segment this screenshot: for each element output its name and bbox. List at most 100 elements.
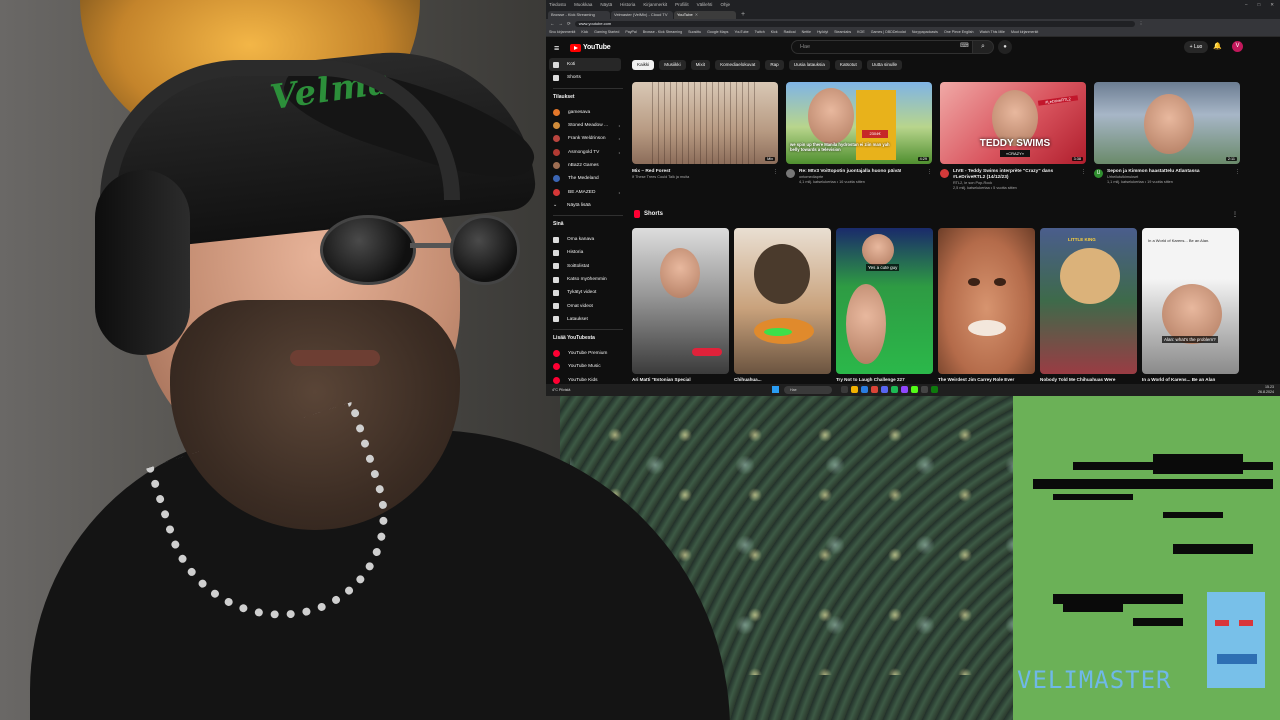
sidebar-subscription[interactable]: nBa22 Games (553, 159, 626, 172)
sidebar-item-liked[interactable]: Tykätyt videot (553, 286, 626, 299)
short-title[interactable]: The Weirdest Jim Carrey Role Ever (938, 377, 1035, 382)
more-options-icon[interactable]: ⋮ (927, 169, 932, 185)
video-thumbnail[interactable]: 2304€ we spin up there Manila hydrostan … (786, 82, 932, 164)
short-thumbnail[interactable]: LITTLE KING (1040, 228, 1137, 374)
bookmark[interactable]: Kick (771, 30, 778, 34)
short-card[interactable]: Yes a cute guy Try Not to Laugh Challeng… (836, 228, 933, 382)
short-thumbnail[interactable] (632, 228, 729, 374)
short-title[interactable]: In a World of Karens... Be an Alan (1142, 377, 1239, 382)
menu-item[interactable]: Kirjanmerkit (643, 2, 667, 7)
sidebar-item-your-channel[interactable]: Oma kanava (553, 233, 626, 246)
short-title[interactable]: Try Not to Laugh Challenge 227 (836, 377, 933, 382)
chip-watched[interactable]: Katsotut (834, 60, 862, 70)
sidebar-subscription[interactable]: Frank Weldrinson • (553, 132, 626, 145)
show-more-button[interactable]: ⌄ Näytä lisää (553, 199, 626, 212)
chip-rap[interactable]: Rap (765, 60, 784, 70)
video-channel[interactable]: If These Trees Could Talk ja muita (632, 175, 689, 180)
short-title[interactable]: Ari Matti "Estonian Special (632, 377, 729, 382)
new-tab-button[interactable]: + (737, 11, 749, 19)
extensions-icon[interactable]: ⋮ (1139, 21, 1144, 27)
bookmark[interactable]: Radical (784, 30, 796, 34)
bookmark[interactable]: Hyödyt (817, 30, 828, 34)
menu-item[interactable]: Välilehti (697, 2, 713, 7)
chip-comedy[interactable]: Komediaelokuvat (715, 60, 761, 70)
video-card[interactable]: Mix Mix – Red Forest If These Trees Coul… (632, 82, 778, 191)
menu-item[interactable]: Näytä (600, 2, 612, 7)
video-card[interactable]: 2:11 U Sepon ja Kimmon haastattelu Atlan… (1094, 82, 1240, 191)
edge-icon[interactable] (861, 386, 868, 393)
video-title[interactable]: LIVE - Teddy Swims interprète "Crazy" da… (953, 169, 1077, 181)
sidebar-subscription[interactable]: BE AMAZED • (553, 185, 626, 198)
channel-avatar[interactable] (940, 169, 949, 178)
more-options-icon[interactable]: ⋮ (773, 169, 778, 180)
short-thumbnail[interactable] (938, 228, 1035, 374)
chip-all[interactable]: Kaikki (632, 60, 655, 70)
chip-recently-uploaded[interactable]: Uusia latauksia (788, 60, 830, 70)
xbox-icon[interactable] (931, 386, 938, 393)
sidebar-subscription[interactable]: Stoned Meadow ... • (553, 119, 626, 132)
bookmark[interactable]: Norppapadcasts (912, 30, 938, 34)
search-button[interactable]: ⌕ (972, 40, 994, 54)
sidebar-item-watch-later[interactable]: Katso myöhemmin (553, 273, 626, 286)
weather-widget[interactable]: 4°C Pilvistä (546, 388, 606, 392)
video-card[interactable]: #LeDriveRTL2 TEDDY SWIMS «CRAZY» 3:38 LI… (940, 82, 1086, 191)
close-icon[interactable]: ✕ (1270, 2, 1274, 8)
browser-tab-active[interactable]: YouTube ✕ (674, 11, 736, 19)
short-card[interactable]: In a World of Karens... Be an Alan. Alan… (1142, 228, 1239, 382)
file-explorer-icon[interactable] (851, 386, 858, 393)
menu-item[interactable]: Profiilit (675, 2, 689, 7)
notifications-bell-icon[interactable]: 🔔 (1213, 42, 1222, 50)
twitch-icon[interactable] (901, 386, 908, 393)
short-title[interactable]: Nobody Told Me Chihuahuas Were (1040, 377, 1137, 382)
video-thumbnail[interactable]: 2:11 (1094, 82, 1240, 164)
system-tray[interactable]: 15.23 26.8.2024 (1258, 385, 1274, 394)
youtube-logo[interactable]: YouTube (570, 43, 611, 52)
bookmark[interactable]: Nettie (802, 30, 811, 34)
sidebar-item-playlists[interactable]: Soittolistat (553, 260, 626, 273)
chip-music[interactable]: Musiikki (659, 60, 686, 70)
sidebar-item-music[interactable]: YouTube Music (553, 360, 626, 373)
browser-tab[interactable]: Browse - Kick Streaming (548, 11, 610, 19)
sidebar-item-shorts[interactable]: Shorts (553, 71, 626, 84)
hamburger-menu-icon[interactable]: ≡ (554, 43, 566, 53)
start-menu-icon[interactable] (772, 386, 779, 393)
task-view-icon[interactable] (841, 386, 848, 393)
bookmark[interactable]: Suosittu (688, 30, 701, 34)
sidebar-item-history[interactable]: Historia (553, 246, 626, 259)
forward-icon[interactable]: → (559, 21, 564, 26)
menu-item[interactable]: Historia (620, 2, 635, 7)
bookmark[interactable]: Steamlabs (834, 30, 851, 34)
short-title[interactable]: Chihuahua... (734, 377, 831, 382)
url-field[interactable]: www.youtube.com (574, 20, 1135, 27)
keyboard-icon[interactable]: ⌨ (960, 42, 969, 49)
bookmark[interactable]: KOE (857, 30, 865, 34)
bookmark[interactable]: Muut kirjanmerkit (1011, 30, 1038, 34)
spotify-icon[interactable] (891, 386, 898, 393)
chip-mixes[interactable]: Mixit (690, 60, 711, 70)
short-card[interactable]: LITTLE KING Nobody Told Me Chihuahuas We… (1040, 228, 1137, 382)
bookmark[interactable]: Games | DBDDelcolat (871, 30, 906, 34)
obs-icon[interactable] (921, 386, 928, 393)
search-input[interactable]: Hae (791, 40, 973, 54)
sidebar-item-your-videos[interactable]: Omat videot (553, 299, 626, 312)
short-card[interactable]: Ari Matti "Estonian Special (632, 228, 729, 382)
sidebar-item-home[interactable]: Koti (549, 58, 621, 72)
more-options-icon[interactable]: ⋮ (1081, 169, 1086, 191)
reload-icon[interactable]: ⟳ (567, 21, 571, 27)
short-thumbnail[interactable]: In a World of Karens... Be an Alan. Alan… (1142, 228, 1239, 374)
minimize-icon[interactable]: – (1245, 2, 1248, 8)
menu-item[interactable]: Tiedosto (549, 2, 566, 7)
video-thumbnail[interactable]: #LeDriveRTL2 TEDDY SWIMS «CRAZY» 3:38 (940, 82, 1086, 164)
channel-avatar[interactable] (786, 169, 795, 178)
microphone-icon[interactable]: ● (998, 40, 1012, 54)
create-button[interactable]: + Luo (1184, 41, 1208, 53)
bookmark[interactable]: Twitch (755, 30, 765, 34)
sidebar-subscription[interactable]: Asmongold TV • (553, 145, 626, 158)
sidebar-subscription[interactable]: gamesava (553, 106, 626, 119)
chip-new-to-you[interactable]: Uutta sinulle (866, 60, 903, 70)
short-card[interactable]: The Weirdest Jim Carrey Role Ever (938, 228, 1035, 382)
sidebar-subscription[interactable]: The Medeland (553, 172, 626, 185)
bookmark[interactable]: Sivu kirjanmerkit (549, 30, 575, 34)
sidebar-item-downloads[interactable]: Lataukset (553, 313, 626, 326)
bookmark[interactable]: Browse - Kick Streaming (643, 30, 682, 34)
